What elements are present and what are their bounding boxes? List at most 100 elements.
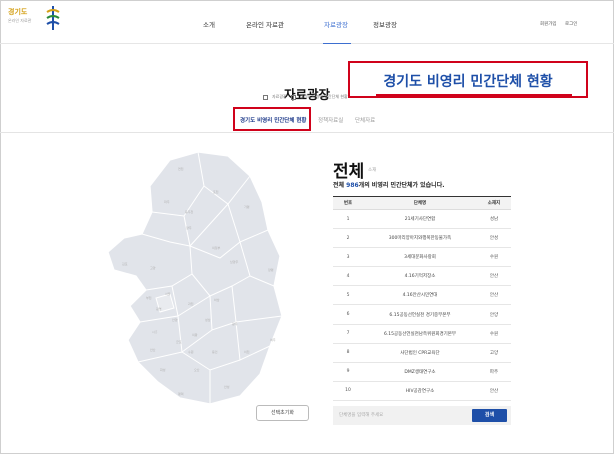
cell-no: 8 [333, 343, 363, 363]
cell-name[interactable]: 4.16안산시민연대 [363, 285, 477, 306]
search-input[interactable] [339, 410, 459, 421]
region-label[interactable]: 군포 [176, 340, 182, 344]
gyeonggi-region-map[interactable] [100, 146, 322, 416]
cell-no: 6 [333, 304, 363, 325]
cell-name[interactable]: 6.15공동선언실천 경기중부본부 [363, 304, 477, 325]
list-heading-suffix: 소재 [368, 168, 377, 173]
cell-name[interactable]: 6.15공동선언실천남측위원회경기본부 [363, 324, 477, 344]
chevron-icon [290, 94, 296, 100]
table-row[interactable]: 8 사단법인 CPR교육단 고양 [333, 343, 511, 363]
site-logo[interactable]: 경기도 온라인 자료관 [8, 6, 64, 36]
region-label[interactable]: 서울 [165, 292, 171, 296]
table-row[interactable]: 4 4.16기억저장소 안산 [333, 266, 511, 287]
cell-name[interactable]: HIV공감연구소 [363, 381, 477, 401]
region-label[interactable]: 안양 [172, 318, 178, 322]
region-label[interactable]: 양평 [268, 268, 274, 272]
tab-npo-status[interactable]: 경기도 비영리 민간단체 현황 [240, 116, 306, 124]
region-label[interactable]: 광주 [232, 322, 238, 326]
count-value: 986 [346, 182, 359, 189]
region-label[interactable]: 파주 [164, 200, 170, 204]
tab-group-archive[interactable]: 단체자료 [355, 116, 375, 124]
cell-name[interactable]: 300마리양아지와행복한동물가족 [363, 228, 477, 249]
region-label[interactable]: 화성 [160, 368, 166, 372]
region-label[interactable]: 연천 [178, 167, 184, 171]
top-header: 경기도 온라인 자료관 소개 온라인 자료관 자료광장 정보광장 회원가입 로그… [0, 0, 614, 44]
table-row[interactable]: 1 21세기사단연합 성남 [333, 209, 511, 230]
region-label[interactable]: 하남 [214, 298, 220, 302]
table-row[interactable]: 2 300마리양아지와행복한동물가족 안성 [333, 228, 511, 249]
region-label[interactable]: 남양주 [230, 260, 238, 264]
cell-no: 4 [333, 266, 363, 287]
region-label[interactable]: 광명 [156, 307, 162, 311]
column-header-no: 번호 [333, 196, 363, 210]
cell-name[interactable]: 3세대문화사랑회 [363, 247, 477, 268]
region-label[interactable]: 안산 [150, 348, 156, 352]
table-row[interactable]: 10 HIV공감연구소 안산 [333, 381, 511, 401]
breadcrumb-item[interactable]: 경기도 비영리 민간단체 현황 [300, 94, 348, 100]
search-button[interactable]: 검색 [472, 409, 507, 422]
region-label[interactable]: 성남 [205, 318, 211, 322]
cell-location: 파주 [477, 362, 511, 382]
cell-location: 안산 [477, 285, 511, 306]
region-label[interactable]: 용인 [212, 350, 218, 354]
count-prefix: 전체 [333, 182, 345, 189]
list-heading: 전체 [333, 162, 365, 182]
nav-intro[interactable]: 소개 [203, 19, 215, 29]
cell-location: 수원 [477, 247, 511, 268]
tab-divider [0, 132, 614, 133]
cell-name[interactable]: 4.16기억저장소 [363, 266, 477, 287]
region-label[interactable]: 과천 [188, 302, 194, 306]
cell-name[interactable]: 사단법인 CPR교육단 [363, 343, 477, 363]
region-label[interactable]: 의정부 [212, 246, 220, 250]
callout-underline [376, 94, 572, 96]
cell-name[interactable]: DMZ생태연구소 [363, 362, 477, 382]
region-label[interactable]: 여주 [270, 338, 276, 342]
nav-online-archive[interactable]: 온라인 자료관 [246, 19, 284, 29]
table-row[interactable]: 6 6.15공동선언실천 경기중부본부 안양 [333, 304, 511, 325]
cell-no: 7 [333, 324, 363, 344]
search-bar: 검색 [333, 406, 511, 425]
table-row[interactable]: 3 3세대문화사랑회 수원 [333, 247, 511, 268]
region-label[interactable]: 안성 [224, 385, 230, 389]
table-row[interactable]: 9 DMZ생태연구소 파주 [333, 362, 511, 382]
region-label[interactable]: 오산 [194, 368, 200, 372]
cell-location: 성남 [477, 209, 511, 230]
cell-location: 안양 [477, 304, 511, 325]
login-link[interactable]: 로그인 [565, 21, 577, 27]
nav-data-plaza[interactable]: 자료광장 [324, 19, 348, 29]
cell-no: 2 [333, 228, 363, 249]
result-count: 전체 986개의 비영리 민간단체가 있습니다. [333, 180, 445, 189]
home-icon[interactable] [263, 94, 268, 100]
region-label[interactable]: 가평 [244, 205, 250, 209]
region-label[interactable]: 고양 [150, 266, 156, 270]
region-label[interactable]: 평택 [178, 392, 184, 396]
region-label[interactable]: 김포 [122, 262, 128, 266]
cell-location: 안산 [477, 266, 511, 287]
table-row[interactable]: 7 6.15공동선언실천남측위원회경기본부 수원 [333, 324, 511, 344]
cell-name[interactable]: 21세기사단연합 [363, 209, 477, 230]
region-label[interactable]: 부천 [146, 296, 152, 300]
cell-location: 안산 [477, 381, 511, 401]
tab-policy-archive[interactable]: 정책자료실 [318, 116, 343, 124]
region-label[interactable]: 양주 [186, 226, 192, 230]
cell-no: 3 [333, 247, 363, 268]
cell-no: 5 [333, 285, 363, 306]
region-label[interactable]: 이천 [244, 350, 250, 354]
region-label[interactable]: 의왕 [192, 333, 198, 337]
nav-info-plaza[interactable]: 정보광장 [373, 19, 397, 29]
logo-mark-icon [46, 6, 60, 30]
region-label[interactable]: 동두천 [185, 210, 193, 214]
annotation-callout: 경기도 비영리 민간단체 현황 [348, 61, 588, 98]
region-label[interactable]: 포천 [213, 190, 219, 194]
column-header-name: 단체명 [363, 196, 477, 210]
breadcrumb-item[interactable]: 자료광장 [272, 94, 287, 100]
region-label[interactable]: 수원 [188, 350, 194, 354]
logo-title: 경기도 [8, 8, 28, 16]
reset-selection-button[interactable]: 선택초기화 [256, 405, 309, 421]
signup-link[interactable]: 회원가입 [540, 21, 557, 27]
cell-no: 9 [333, 362, 363, 382]
count-suffix: 개의 비영리 민간단체가 있습니다. [358, 182, 445, 189]
table-header-row: 번호 단체명 소재지 [333, 196, 511, 210]
region-label[interactable]: 시흥 [152, 330, 158, 334]
table-row[interactable]: 5 4.16안산시민연대 안산 [333, 285, 511, 306]
